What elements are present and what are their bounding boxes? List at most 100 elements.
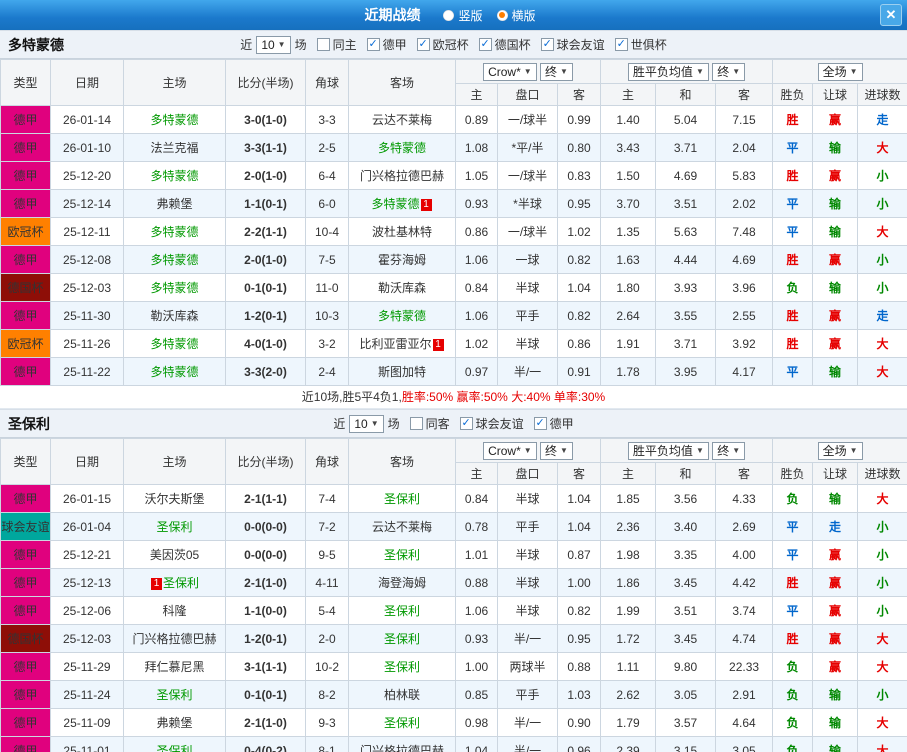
match-date: 26-01-15 [50, 484, 124, 513]
match-date: 25-12-14 [50, 189, 124, 218]
result-outcome: 平 [772, 133, 814, 162]
summary-segment: 大:40% [511, 390, 554, 404]
checkbox-icon: ✓ [533, 417, 547, 430]
radio-icon [496, 9, 508, 21]
match-count-select[interactable]: 10 ▼ [349, 414, 384, 433]
competition-filter-checkbox[interactable]: ✓ 世俱杯 [614, 36, 667, 53]
team-label: 比利亚雷亚尔 [359, 337, 432, 351]
match-count-select[interactable]: 10 ▼ [256, 35, 291, 54]
match-date: 25-11-30 [50, 301, 124, 330]
europe-home-odds: 2.64 [600, 301, 657, 330]
home-team: 多特蒙德 [123, 105, 226, 134]
match-type-badge: 德甲 [0, 596, 51, 625]
team-label: 多特蒙德 [150, 113, 199, 127]
asian-away-odds: 1.00 [556, 568, 602, 597]
scope-select[interactable]: 全场 ▼ [817, 62, 863, 81]
odds-group-header: 胜平负均值 ▼ 终 ▼ [600, 438, 774, 463]
asian-home-odds: 0.86 [455, 217, 498, 246]
corner-score: 9-3 [305, 708, 349, 737]
bookmaker-select[interactable]: Crow* ▼ [483, 62, 537, 81]
match-date: 25-11-01 [50, 736, 124, 752]
europe-draw-odds: 3.15 [655, 736, 717, 752]
bookmaker-select[interactable]: Crow* ▼ [483, 441, 537, 460]
team-section: 多特蒙德近 10 ▼ 场同主 ✓ 德甲 ✓ 欧冠杯 ✓ 德国杯 ✓ 球会友谊 ✓ 世俱杯 类型 日期 主场 比分… [0, 30, 907, 409]
result-outcome: 平 [772, 189, 814, 218]
competition-filter-checkbox[interactable]: ✓ 欧冠杯 [416, 36, 469, 53]
checkbox-icon: ✓ [540, 38, 554, 51]
match-date: 25-11-29 [50, 652, 124, 681]
match-type-badge: 德甲 [0, 105, 51, 134]
asian-stage-select[interactable]: 终 ▼ [540, 62, 573, 81]
result-goals: 小 [857, 596, 907, 625]
match-score: 1-2(0-1) [225, 624, 306, 653]
close-button[interactable]: ✕ [880, 4, 902, 26]
europe-odds-select[interactable]: 胜平负均值 ▼ [627, 62, 709, 81]
checkbox-label: 球会友谊 [475, 417, 524, 431]
match-type-badge: 德甲 [0, 568, 51, 597]
home-team: 拜仁慕尼黑 [123, 652, 226, 681]
away-team: 柏林联 [348, 680, 456, 709]
competition-filter-checkbox[interactable]: ✓ 球会友谊 [459, 415, 524, 432]
match-score: 2-0(1-0) [225, 245, 306, 274]
match-date: 25-12-06 [50, 596, 124, 625]
match-row: 德甲 25-12-21 美因茨05 0-0(0-0) 9-5 圣保利 1.01 半球 0.87 1… [0, 540, 907, 569]
competition-filter-checkbox[interactable]: 同主 [316, 36, 357, 53]
handicap: 平手 [497, 301, 558, 330]
home-team: 沃尔夫斯堡 [123, 484, 226, 513]
competition-filter-checkbox[interactable]: ✓ 球会友谊 [540, 36, 605, 53]
layout-radio-horizontal[interactable]: 横版 [496, 7, 536, 24]
match-type-badge: 德甲 [0, 161, 51, 190]
team-label: 圣保利 [156, 744, 193, 752]
result-handicap: 赢 [812, 105, 859, 134]
asian-stage-select[interactable]: 终 ▼ [540, 441, 573, 460]
away-team: 圣保利 [348, 540, 456, 569]
asian-away-odds: 0.87 [556, 540, 602, 569]
match-date: 25-11-26 [50, 329, 124, 358]
europe-away-odds: 4.17 [715, 357, 774, 386]
scope-select[interactable]: 全场 ▼ [817, 441, 863, 460]
result-handicap: 输 [812, 189, 859, 218]
column-header: 客场 [348, 59, 456, 106]
asian-home-odds: 1.01 [455, 540, 498, 569]
team-label: 圣保利 [383, 716, 420, 730]
europe-away-odds: 2.02 [715, 189, 774, 218]
match-type-badge: 德甲 [0, 652, 51, 681]
match-row: 德甲 25-12-13 1 圣保利 2-1(1-0) 4-11 海登海姆 0.88 半球 1.00… [0, 568, 907, 597]
match-row: 德甲 26-01-15 沃尔夫斯堡 2-1(1-1) 7-4 圣保利 0.84 半球 1.04 1… [0, 484, 907, 513]
match-row: 德甲 25-11-24 圣保利 0-1(0-1) 8-2 柏林联 0.85 平手 1.03 2.6… [0, 680, 907, 709]
asian-home-odds: 1.06 [455, 245, 498, 274]
competition-filter-checkbox[interactable]: 同客 [409, 415, 450, 432]
layout-radio-vertical[interactable]: 竖版 [443, 7, 483, 24]
match-score: 1-1(0-0) [225, 596, 306, 625]
dropdown-arrow-icon: ▼ [560, 66, 568, 76]
competition-filter-checkbox[interactable]: ✓ 德甲 [533, 415, 574, 432]
europe-home-odds: 2.62 [600, 680, 657, 709]
summary-segment: 胜率:50% [401, 390, 457, 404]
europe-draw-odds: 3.45 [655, 568, 717, 597]
result-handicap: 输 [812, 736, 859, 752]
filter-unit-label: 场 [387, 417, 400, 431]
europe-odds-select[interactable]: 胜平负均值 ▼ [627, 441, 709, 460]
handicap: *半球 [497, 189, 558, 218]
europe-stage-select[interactable]: 终 ▼ [712, 441, 746, 460]
competition-filter-checkbox[interactable]: ✓ 德国杯 [478, 36, 531, 53]
team-label: 多特蒙德 [150, 337, 199, 351]
match-date: 25-11-09 [50, 708, 124, 737]
team-label: 多特蒙德 [377, 141, 426, 155]
result-goals: 大 [857, 708, 907, 737]
handicap: 一/球半 [497, 217, 558, 246]
sub-column-header: 客 [715, 462, 774, 485]
handicap: 半/一 [497, 736, 558, 752]
asian-home-odds: 1.08 [455, 133, 498, 162]
europe-stage-select[interactable]: 终 ▼ [712, 62, 746, 81]
result-handicap: 赢 [812, 596, 859, 625]
result-outcome: 负 [772, 484, 814, 513]
team-label: 多特蒙德 [150, 281, 199, 295]
match-row: 德甲 25-11-09 弗赖堡 2-1(1-0) 9-3 圣保利 0.98 半/一 0.90 1.… [0, 708, 907, 737]
result-outcome: 胜 [772, 245, 814, 274]
result-outcome: 平 [772, 512, 814, 541]
europe-away-odds: 4.74 [715, 624, 774, 653]
result-goals: 大 [857, 624, 907, 653]
competition-filter-checkbox[interactable]: ✓ 德甲 [366, 36, 407, 53]
result-goals: 大 [857, 217, 907, 246]
